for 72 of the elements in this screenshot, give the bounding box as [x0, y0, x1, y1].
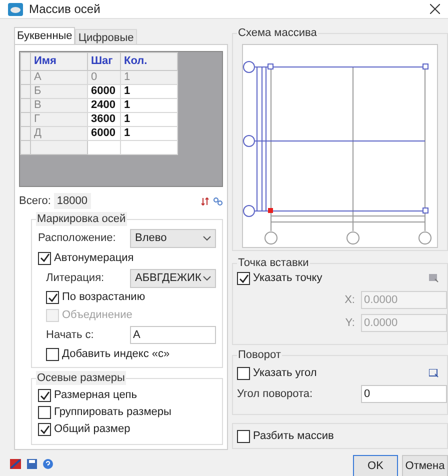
- checkbox-label: Разбить массив: [253, 428, 334, 444]
- pick-angle-icon[interactable]: [429, 369, 439, 378]
- tab[interactable]: Буквенные: [14, 27, 76, 44]
- group-title: Осевые размеры: [36, 371, 126, 385]
- column-header: Шаг: [88, 52, 120, 70]
- table-cell: 1: [120, 84, 178, 98]
- table-cell: 2400: [88, 98, 120, 112]
- link-icon[interactable]: [213, 196, 223, 206]
- total-label: Всего:: [19, 194, 51, 209]
- group-title: Маркировка осей: [36, 212, 127, 226]
- checkbox-label: Объединение: [62, 308, 132, 324]
- table-cell: 3600: [88, 112, 120, 126]
- field-label: Расположение:: [38, 230, 116, 246]
- save-icon[interactable]: [27, 459, 37, 469]
- field-label: Начать с:: [46, 328, 94, 343]
- checkbox-label: Группировать размеры: [54, 405, 172, 420]
- table-cell: 6000: [88, 84, 120, 98]
- total-value: 18000: [54, 192, 90, 210]
- table-cell: 1: [120, 112, 178, 126]
- app-icon: [8, 2, 23, 16]
- checkbox[interactable]: [237, 272, 250, 285]
- table-cell: Г: [30, 112, 88, 126]
- checkbox-label: Указать угол: [253, 366, 317, 382]
- sort-icon[interactable]: [201, 196, 210, 206]
- checkbox[interactable]: [237, 367, 250, 380]
- checkbox[interactable]: [46, 348, 59, 361]
- table-cell: 1: [120, 126, 178, 140]
- field-label: Угол поворота:: [237, 386, 313, 402]
- checkbox[interactable]: [38, 423, 51, 436]
- column-header: Кол.: [120, 52, 178, 70]
- checkbox-label: Размерная цепь: [54, 388, 137, 404]
- check-icon: [48, 292, 58, 302]
- column-header: Имя: [30, 52, 88, 70]
- dialog-button[interactable]: OK: [353, 455, 398, 476]
- window-title: Массив осей: [29, 1, 102, 18]
- check-icon: [40, 253, 50, 263]
- input-field[interactable]: А: [130, 326, 216, 344]
- group-title: Поворот: [237, 348, 282, 362]
- checkbox[interactable]: [38, 389, 51, 402]
- checkbox[interactable]: [237, 430, 250, 442]
- pick-point-icon[interactable]: [429, 274, 439, 283]
- table-cell: В: [30, 98, 88, 112]
- check-icon: [40, 424, 50, 434]
- close-icon[interactable]: [430, 4, 440, 14]
- checkbox-label: Общий размер: [54, 422, 130, 438]
- table-cell: Д: [30, 126, 88, 140]
- dropdown[interactable]: АБВГДЕЖИК: [130, 268, 216, 288]
- check-icon: [40, 390, 50, 400]
- field-label: X:: [344, 292, 355, 308]
- help-icon[interactable]: [43, 459, 53, 469]
- input-field[interactable]: 0: [361, 385, 447, 403]
- checkbox-label: Добавить индекс «с»: [62, 347, 170, 362]
- chevron-icon: [203, 236, 211, 240]
- field-label: Y:: [345, 316, 355, 331]
- chevron-icon: [203, 276, 211, 280]
- checkbox[interactable]: [46, 291, 59, 304]
- checkbox-label: Указать точку: [253, 271, 322, 286]
- checkbox[interactable]: [38, 406, 51, 419]
- tab[interactable]: Цифровые: [75, 29, 137, 44]
- table-cell: 1: [120, 70, 178, 84]
- table-cell: 6000: [88, 126, 120, 140]
- check-icon: [238, 274, 248, 284]
- checkbox[interactable]: [38, 252, 51, 264]
- dropdown[interactable]: Влево: [130, 228, 216, 248]
- checkbox-label: Автонумерация: [54, 250, 134, 266]
- table-cell: 1: [120, 98, 178, 112]
- checkbox-label: По возрастанию: [62, 290, 146, 306]
- field-label: Литерация:: [46, 270, 104, 286]
- table-cell: Б: [30, 84, 88, 98]
- table-cell: 0: [88, 70, 120, 84]
- dialog-button[interactable]: Отмена: [402, 455, 448, 476]
- table-cell: А: [30, 70, 88, 84]
